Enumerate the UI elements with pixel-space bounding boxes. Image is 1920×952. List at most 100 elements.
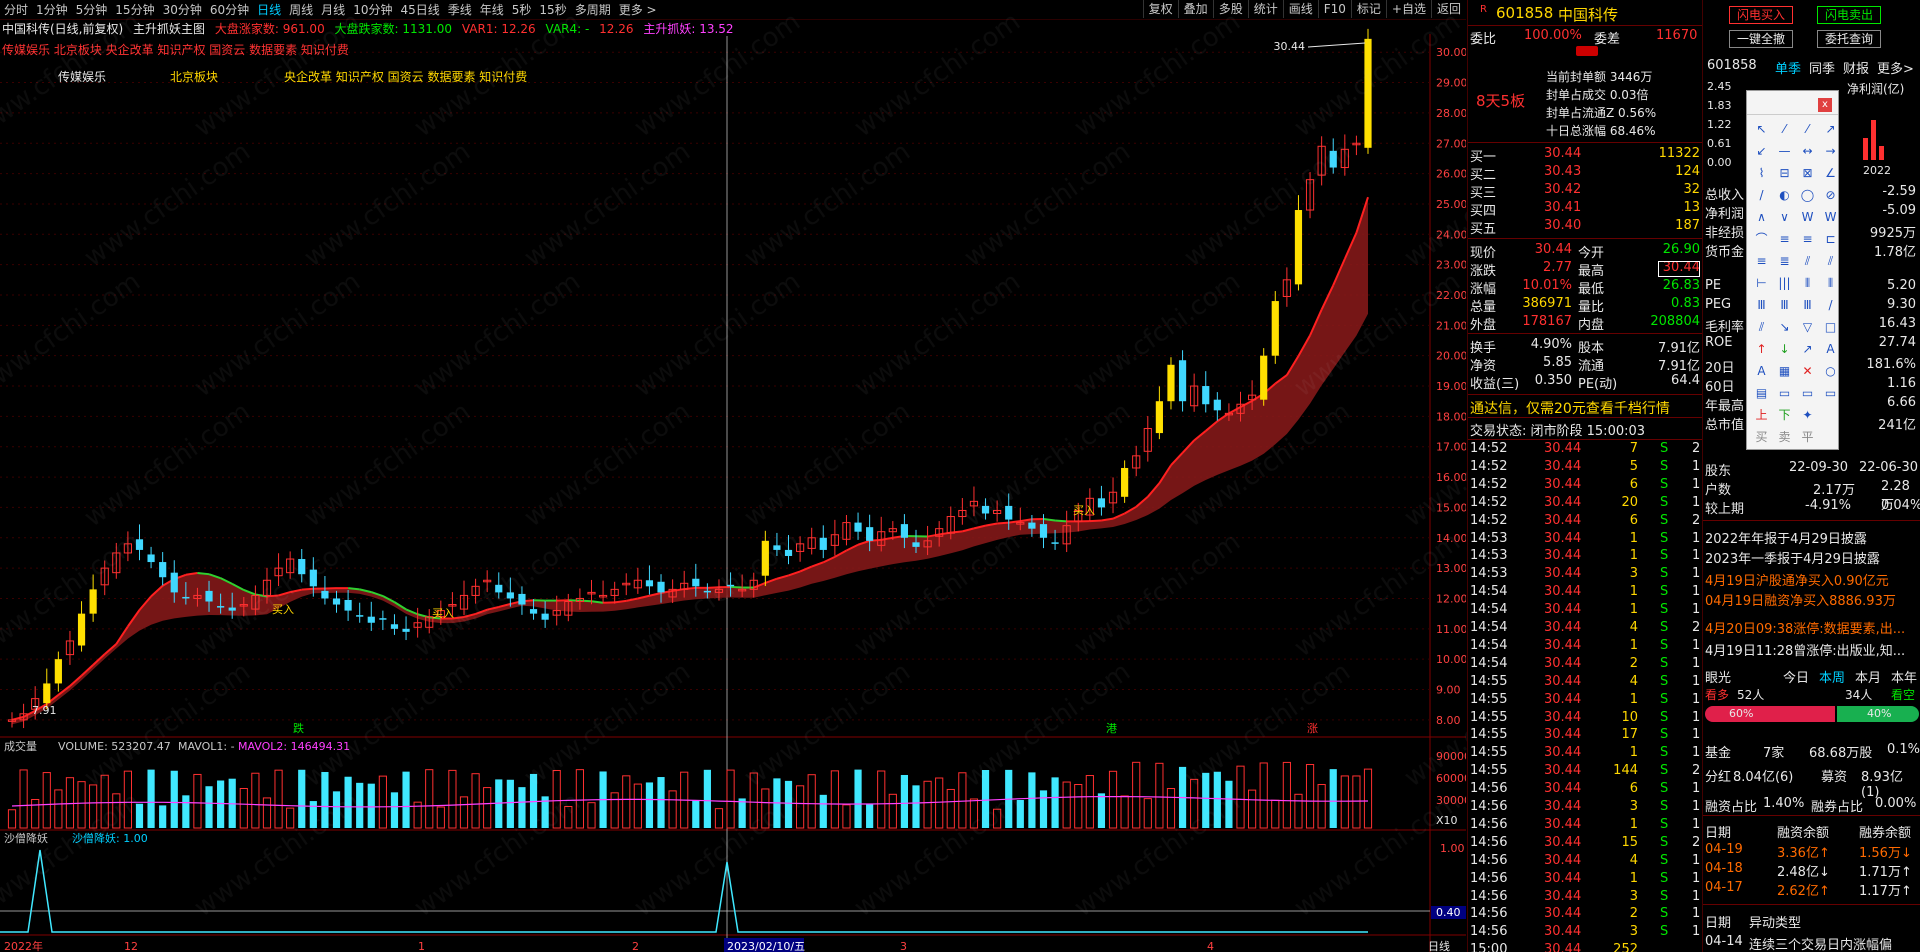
vision-tab[interactable]: 本年 [1891,667,1917,686]
draw-tool-icon[interactable]: / [1820,295,1841,316]
draw-tool-icon[interactable]: ▽ [1797,317,1818,338]
vision-tab[interactable]: 本周 [1819,667,1845,686]
toolbar-button[interactable]: +自选 [1385,0,1431,18]
period-tab[interactable]: 季线 [444,1,476,19]
draw-tool-icon[interactable]: Ⅲ [1797,295,1818,316]
toolbar-button[interactable]: 复权 [1142,0,1178,18]
draw-tool-icon[interactable]: 买 [1751,427,1772,448]
draw-tool-icon[interactable]: ▭ [1820,383,1841,404]
draw-tool-icon[interactable]: ⊟ [1774,163,1795,184]
draw-tool-icon[interactable]: ⊏ [1820,229,1841,250]
draw-tool-icon[interactable]: — [1774,141,1795,162]
draw-tool-icon[interactable]: ∠ [1820,163,1841,184]
draw-tool-icon[interactable]: ⫽ [1797,251,1818,272]
draw-tool-icon[interactable]: ↙ [1751,141,1772,162]
vision-tab[interactable]: 本月 [1855,667,1881,686]
draw-tool-icon[interactable]: 下 [1774,405,1795,426]
period-tab[interactable]: 1分钟 [32,1,72,19]
toolbar-button[interactable]: 统计 [1247,0,1283,18]
toolbar-button[interactable]: 叠加 [1177,0,1213,18]
f10-tab[interactable]: 更多> [1877,58,1914,77]
draw-tool-icon[interactable]: W [1820,207,1841,228]
drawing-toolbox[interactable]: x ↖ ⁄ ⁄ ↗ ↙ — ↔ → ⌇ ⊟ ⊠ ∠ / ◐ ◯ ⊘ ∧ ∨ W W ⌒ ≡ ≡ ⊏ ≡ ≣ ⫽ ⫽ ⊢ ||| ⫴ ⫴ Ⅲ Ⅲ Ⅲ /… [1746,90,1839,450]
close-icon[interactable]: x [1818,98,1832,112]
flash-sell-button[interactable]: 闪电卖出 [1817,6,1881,24]
draw-tool-icon[interactable]: ⌒ [1751,229,1772,250]
draw-tool-icon[interactable]: ⫴ [1820,273,1841,294]
draw-tool-icon[interactable]: ||| [1774,273,1795,294]
period-tab[interactable]: 5分钟 [72,1,112,19]
draw-tool-icon[interactable]: 上 [1751,405,1772,426]
draw-tool-icon[interactable]: ⁄ [1774,119,1795,140]
draw-tool-icon[interactable]: 卖 [1774,427,1795,448]
draw-tool-icon[interactable]: ⊠ [1797,163,1818,184]
tick-count: 1 [1692,799,1701,814]
kline-chart[interactable]: 30.00 29.00 28.00 27.00 26.00 25.00 24.00 23.00… [0,7,1576,952]
draw-tool-icon[interactable]: ≣ [1774,251,1795,272]
draw-tool-icon[interactable]: ⫴ [1797,273,1818,294]
draw-tool-icon[interactable]: ▤ [1751,383,1772,404]
cancel-all-button[interactable]: 一键全撤 [1729,30,1793,48]
draw-tool-icon[interactable]: ↗ [1820,119,1841,140]
draw-tool-icon[interactable]: ≡ [1751,251,1772,272]
draw-tool-icon[interactable]: Ⅲ [1774,295,1795,316]
flash-buy-button[interactable]: 闪电买入 [1729,6,1793,24]
draw-tool-icon[interactable] [1820,427,1841,448]
draw-tool-icon[interactable]: ⫽ [1751,317,1772,338]
f10-tab[interactable]: 单季 [1775,58,1801,77]
toolbar-button[interactable]: 标记 [1350,0,1386,18]
draw-tool-icon[interactable]: ⊘ [1820,185,1841,206]
period-tab[interactable]: 更多 > [615,1,661,19]
period-tab[interactable]: 多周期 [571,1,615,19]
draw-tool-icon[interactable]: ∨ [1774,207,1795,228]
draw-tool-icon[interactable] [1820,405,1841,426]
draw-tool-icon[interactable]: ↓ [1774,339,1795,360]
draw-tool-icon[interactable]: ⌇ [1751,163,1772,184]
draw-tool-icon[interactable]: ✦ [1797,405,1818,426]
draw-tool-icon[interactable]: ◐ [1774,185,1795,206]
vision-tab[interactable]: 今日 [1783,667,1809,686]
toolbar-button[interactable]: F10 [1317,0,1351,18]
draw-tool-icon[interactable]: → [1820,141,1841,162]
draw-tool-icon[interactable]: ▦ [1774,361,1795,382]
promo-link[interactable]: 通达信，仅需20元查看千档行情 [1470,398,1670,418]
draw-tool-icon[interactable]: 平 [1797,427,1818,448]
draw-tool-icon[interactable]: ✕ [1797,361,1818,382]
period-tab[interactable]: 30分钟 [159,1,206,19]
draw-tool-icon[interactable]: ↗ [1797,339,1818,360]
period-tab[interactable]: 10分钟 [349,1,396,19]
seal-row: 十日总涨幅 68.46% [1468,122,1702,139]
draw-tool-icon[interactable]: ↔ [1797,141,1818,162]
draw-tool-icon[interactable]: ≡ [1774,229,1795,250]
period-tab[interactable]: 45日线 [396,1,443,19]
draw-tool-icon[interactable]: ⊢ [1751,273,1772,294]
draw-tool-icon[interactable]: ↖ [1751,119,1772,140]
draw-tool-icon[interactable]: ◯ [1797,185,1818,206]
expand-icon[interactable] [1576,46,1598,56]
period-tab[interactable]: 年线 [476,1,508,19]
draw-tool-icon[interactable]: A [1751,361,1772,382]
draw-tool-icon[interactable]: ↘ [1774,317,1795,338]
toolbar-button[interactable]: 画线 [1282,0,1318,18]
draw-tool-icon[interactable]: ⁄ [1797,119,1818,140]
f10-tab[interactable]: 同季 [1809,58,1835,77]
draw-tool-icon[interactable]: Ⅲ [1751,295,1772,316]
draw-tool-icon[interactable]: ▭ [1774,383,1795,404]
draw-tool-icon[interactable]: W [1797,207,1818,228]
draw-tool-icon[interactable]: ≡ [1797,229,1818,250]
order-query-button[interactable]: 委托查询 [1817,30,1881,48]
draw-tool-icon[interactable]: ∧ [1751,207,1772,228]
period-tab[interactable]: 日线 [253,1,285,19]
draw-tool-icon[interactable]: A [1820,339,1841,360]
period-tab[interactable]: 5秒 [508,1,536,19]
draw-tool-icon[interactable]: / [1751,185,1772,206]
period-tab[interactable]: 周线 [285,1,317,19]
period-tab[interactable]: 60分钟 [206,1,253,19]
draw-tool-icon[interactable]: ↑ [1751,339,1772,360]
period-tab[interactable]: 分时 [0,1,32,19]
draw-tool-icon[interactable]: □ [1820,317,1841,338]
f10-tab[interactable]: 财报 [1843,58,1869,77]
draw-tool-icon[interactable]: ⫽ [1820,251,1841,272]
draw-tool-icon[interactable]: ○ [1820,361,1841,382]
draw-tool-icon[interactable]: ▭ [1797,383,1818,404]
